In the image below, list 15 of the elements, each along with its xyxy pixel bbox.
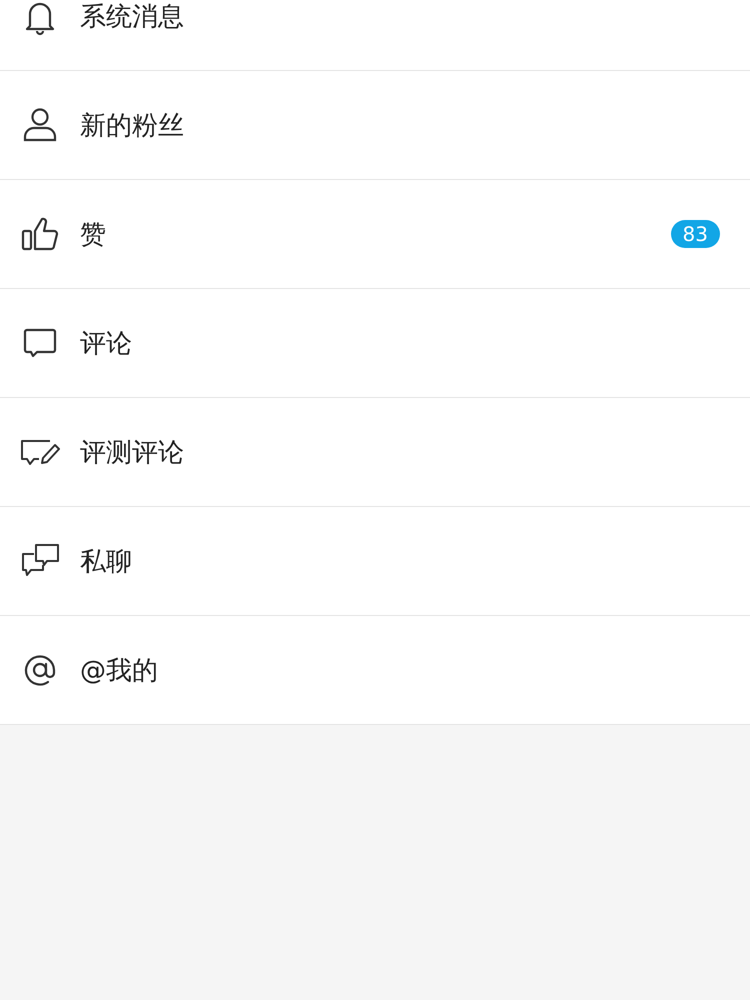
message-category-row[interactable]: 评论 <box>0 289 750 398</box>
message-category-row[interactable]: 评测评论 <box>0 398 750 507</box>
category-label: 私聊 <box>80 546 133 578</box>
message-category-row[interactable]: 私聊 <box>0 507 750 616</box>
message-category-row[interactable]: @我的 <box>0 616 750 725</box>
category-label: @我的 <box>80 654 159 688</box>
count-badge: 83 <box>670 220 720 248</box>
message-category-row[interactable]: 系统消息 <box>0 0 750 71</box>
category-label: 评论 <box>80 328 133 360</box>
category-label: 系统消息 <box>80 0 185 34</box>
message-category-row[interactable]: 新的粉丝 <box>0 71 750 180</box>
category-label: 新的粉丝 <box>80 110 185 142</box>
category-label: 赞 <box>80 218 107 252</box>
message-category-row[interactable]: 赞 83 <box>0 180 750 289</box>
category-label: 评测评论 <box>80 436 185 470</box>
